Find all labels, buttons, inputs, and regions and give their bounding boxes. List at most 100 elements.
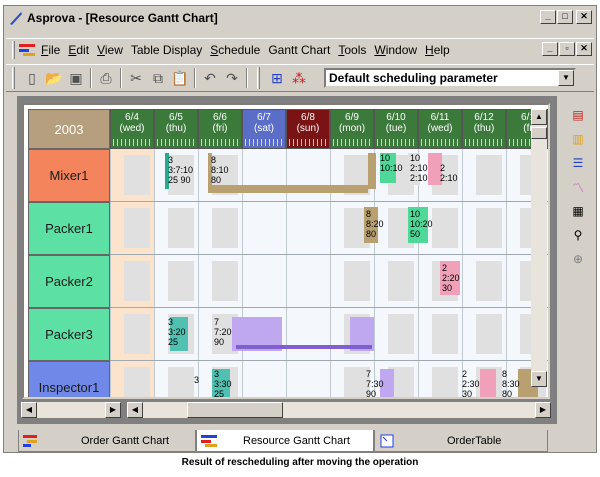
day-of-week: (thu) bbox=[165, 123, 187, 134]
scroll-left-icon[interactable]: ◀ bbox=[21, 402, 37, 418]
mdi-close-button[interactable]: ✕ bbox=[576, 42, 592, 56]
menu-bar: File Edit View Table Display Schedule Ga… bbox=[6, 38, 594, 60]
minimize-button[interactable]: _ bbox=[540, 10, 556, 24]
operation-label[interactable]: 10 10:10 bbox=[380, 153, 403, 173]
menu-view[interactable]: View bbox=[93, 43, 127, 57]
resource-header[interactable]: Inspector1 bbox=[28, 361, 110, 397]
new-file-icon[interactable]: ▯ bbox=[21, 67, 43, 89]
resource-header[interactable]: Mixer1 bbox=[28, 149, 110, 202]
scroll-down-icon[interactable]: ▼ bbox=[531, 371, 547, 387]
menu-grip[interactable] bbox=[12, 40, 15, 59]
toolbar-grip[interactable] bbox=[12, 67, 15, 89]
idle-slot bbox=[168, 261, 194, 301]
day-header: 6/8 (sun) bbox=[286, 109, 330, 149]
undo-icon[interactable]: ↶ bbox=[199, 67, 221, 89]
operation-label[interactable]: 3 bbox=[194, 375, 199, 385]
grid-line bbox=[110, 201, 548, 202]
operation-label[interactable]: 10 10:20 50 bbox=[410, 209, 433, 239]
table-icon[interactable]: ▦ bbox=[568, 202, 588, 220]
menu-table-display[interactable]: Table Display bbox=[127, 43, 206, 57]
menu-gantt-chart[interactable]: Gantt Chart bbox=[264, 43, 334, 57]
scroll-right-icon[interactable]: ▶ bbox=[105, 402, 121, 418]
document-menu-icon[interactable] bbox=[19, 43, 35, 57]
close-button[interactable]: ✕ bbox=[576, 10, 592, 24]
vertical-scrollbar[interactable]: ▲ ▼ bbox=[531, 109, 547, 387]
operation-label[interactable]: 8 8:10 80 bbox=[211, 155, 229, 185]
day-of-week: (thu) bbox=[473, 123, 495, 134]
hour-ticks bbox=[113, 139, 151, 146]
gantt-bar[interactable] bbox=[480, 369, 496, 397]
operation-label[interactable]: 3 3:7:10 25 90 bbox=[168, 155, 193, 185]
operation-label[interactable]: 2 2:30 30 bbox=[462, 369, 480, 397]
horizontal-scroll-thumb[interactable] bbox=[187, 402, 283, 418]
toolbar-grip-2[interactable] bbox=[257, 67, 260, 89]
scroll-up-icon[interactable]: ▲ bbox=[531, 109, 547, 125]
idle-slot bbox=[124, 261, 150, 301]
resource-header[interactable]: Packer1 bbox=[28, 202, 110, 255]
chart-horizontal-scrollbar[interactable]: ◀ ▶ bbox=[127, 402, 551, 418]
reschedule-icon[interactable]: ⊞ bbox=[266, 67, 288, 89]
operation-label[interactable]: 7 7:30 90 bbox=[366, 369, 384, 397]
save-icon[interactable]: ▣ bbox=[65, 67, 87, 89]
redo-icon[interactable]: ↷ bbox=[221, 67, 243, 89]
zoom-out-icon[interactable]: ⚲ bbox=[568, 226, 588, 244]
chevron-down-icon[interactable]: ▼ bbox=[558, 70, 574, 86]
mdi-minimize-button[interactable]: _ bbox=[542, 42, 558, 56]
zoom-in-icon[interactable]: ⊕ bbox=[568, 250, 588, 268]
gantt-bar[interactable] bbox=[236, 345, 372, 349]
resource-header[interactable]: Packer2 bbox=[28, 255, 110, 308]
operation-label[interactable]: 7 7:20 90 bbox=[214, 317, 232, 347]
hour-ticks bbox=[201, 139, 239, 146]
menu-window[interactable]: Window bbox=[370, 43, 421, 57]
day-of-week: (wed) bbox=[119, 123, 145, 134]
idle-slot bbox=[212, 261, 238, 301]
schedule-parameter-icon[interactable]: ⁂ bbox=[288, 67, 310, 89]
order-view-icon[interactable]: ▥ bbox=[568, 130, 588, 148]
toolbar-separator bbox=[90, 68, 92, 88]
operation-label[interactable]: 8 8:30 80 bbox=[502, 369, 520, 397]
gantt-bar[interactable] bbox=[208, 185, 368, 193]
menu-edit[interactable]: Edit bbox=[64, 43, 93, 57]
idle-slot bbox=[476, 261, 502, 301]
resource-horizontal-scrollbar[interactable]: ◀ ▶ bbox=[21, 402, 121, 418]
operation-label[interactable]: 10 2:10 2:10 bbox=[410, 153, 428, 183]
idle-slot bbox=[124, 367, 150, 397]
hour-ticks bbox=[377, 139, 415, 146]
day-date: 6/10 bbox=[386, 112, 406, 123]
day-header: 6/12 (thu) bbox=[462, 109, 506, 149]
menu-help[interactable]: Help bbox=[421, 43, 454, 57]
resource-view-icon[interactable]: ☰ bbox=[568, 154, 588, 172]
operation-label[interactable]: 2 2:20 30 bbox=[442, 263, 460, 293]
operation-label[interactable]: 8 8:20 80 bbox=[366, 209, 384, 239]
open-folder-icon[interactable]: 📂 bbox=[43, 67, 65, 89]
tab-order-table[interactable]: OrderTable bbox=[374, 430, 548, 452]
maximize-button[interactable]: □ bbox=[557, 10, 573, 24]
vertical-scroll-thumb[interactable] bbox=[531, 127, 547, 139]
load-graph-icon[interactable]: 〽 bbox=[568, 178, 588, 196]
scroll-right-icon[interactable]: ▶ bbox=[535, 402, 551, 418]
scheduling-parameter-select[interactable]: Default scheduling parameter ▼ bbox=[324, 68, 576, 88]
menu-tools[interactable]: Tools bbox=[334, 43, 370, 57]
idle-slot bbox=[124, 208, 150, 248]
operation-label[interactable]: 3 3:20 25 bbox=[168, 317, 186, 347]
scroll-left-icon[interactable]: ◀ bbox=[127, 402, 143, 418]
paste-icon[interactable]: 📋 bbox=[169, 67, 191, 89]
resource-header[interactable]: Packer3 bbox=[28, 308, 110, 361]
mdi-restore-button[interactable]: ▫ bbox=[559, 42, 575, 56]
tab-order-gantt-chart[interactable]: Order Gantt Chart bbox=[18, 430, 196, 452]
tab-resource-gantt-chart[interactable]: Resource Gantt Chart bbox=[196, 430, 374, 452]
day-date: 6/6 bbox=[213, 112, 227, 123]
hour-ticks bbox=[421, 139, 459, 146]
operation-label[interactable]: 2 2:10 bbox=[440, 163, 458, 183]
menu-schedule[interactable]: Schedule bbox=[206, 43, 264, 57]
idle-slot bbox=[212, 208, 238, 248]
print-icon[interactable]: ⎙ bbox=[95, 67, 117, 89]
toolbar-separator bbox=[194, 68, 196, 88]
gantt-bar[interactable] bbox=[368, 153, 376, 189]
gantt-view-icon[interactable]: ▤ bbox=[568, 106, 588, 124]
menu-file[interactable]: File bbox=[37, 43, 64, 57]
cut-icon[interactable]: ✂ bbox=[125, 67, 147, 89]
operation-label[interactable]: 3 3:30 25 bbox=[214, 369, 232, 397]
day-date: 6/8 bbox=[301, 112, 315, 123]
copy-icon[interactable]: ⧉ bbox=[147, 67, 169, 89]
